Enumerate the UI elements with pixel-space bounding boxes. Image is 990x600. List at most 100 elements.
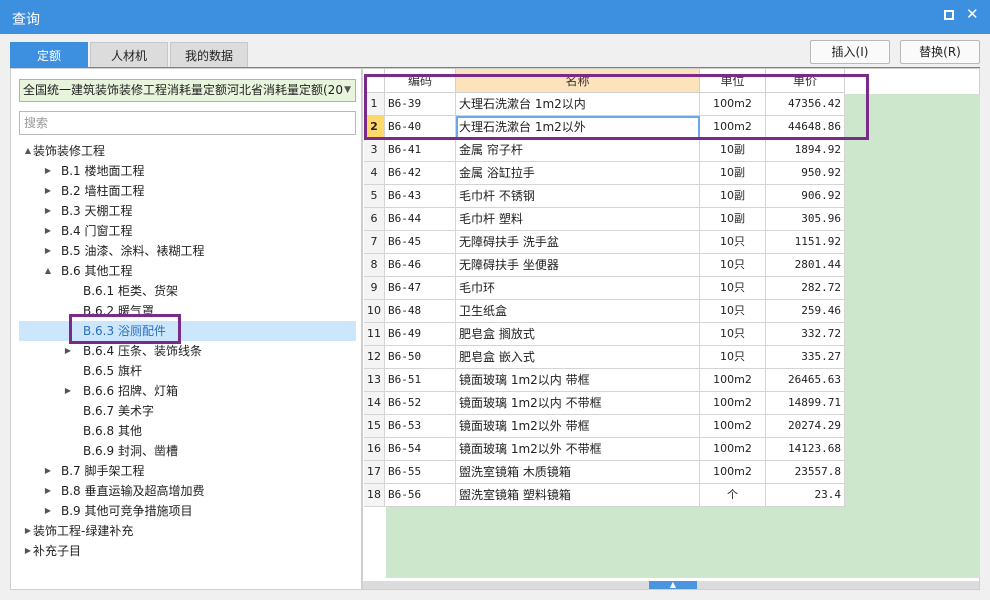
row-number[interactable]: 12 — [364, 346, 385, 369]
price-cell[interactable]: 305.96 — [766, 208, 845, 231]
unit-cell[interactable]: 10只 — [700, 254, 766, 277]
tab-labor-material[interactable]: 人材机 — [90, 42, 168, 68]
price-cell[interactable]: 20274.29 — [766, 415, 845, 438]
code-cell[interactable]: B6-49 — [385, 323, 456, 346]
tree-toggle-icon[interactable]: ▶ — [43, 461, 53, 481]
unit-cell[interactable]: 10副 — [700, 139, 766, 162]
insert-button[interactable]: 插入(I) — [810, 40, 890, 64]
price-cell[interactable]: 335.27 — [766, 346, 845, 369]
name-cell[interactable]: 镜面玻璃 1m2以外 不带框 — [456, 438, 700, 461]
tree-toggle-icon[interactable]: ▲ — [43, 261, 53, 281]
unit-cell[interactable]: 10只 — [700, 346, 766, 369]
tree-node-b1[interactable]: ▶ B.1 楼地面工程 — [19, 161, 356, 181]
replace-button[interactable]: 替换(R) — [900, 40, 980, 64]
row-number[interactable]: 9 — [364, 277, 385, 300]
tree-node-b6-2[interactable]: B.6.2 暖气罩 — [19, 301, 356, 321]
row-number[interactable]: 10 — [364, 300, 385, 323]
price-cell[interactable]: 14123.68 — [766, 438, 845, 461]
chevron-down-icon[interactable]: ▼ — [344, 80, 351, 101]
price-cell[interactable]: 26465.63 — [766, 369, 845, 392]
tree-node-green-building[interactable]: ▶ 装饰工程-绿建补充 — [19, 521, 356, 541]
code-cell[interactable]: B6-40 — [385, 116, 456, 139]
tree-node-b6-6[interactable]: ▶ B.6.6 招牌、灯箱 — [19, 381, 356, 401]
unit-cell[interactable]: 10只 — [700, 300, 766, 323]
code-cell[interactable]: B6-39 — [385, 93, 456, 116]
price-cell[interactable]: 282.72 — [766, 277, 845, 300]
horizontal-scrollbar[interactable]: ▲ — [363, 581, 979, 589]
tree-toggle-icon[interactable]: ▶ — [43, 501, 53, 521]
tree-node-b5[interactable]: ▶ B.5 油漆、涂料、裱糊工程 — [19, 241, 356, 261]
code-cell[interactable]: B6-43 — [385, 185, 456, 208]
name-cell[interactable]: 金属 帘子杆 — [456, 139, 700, 162]
tree-node-b6-4[interactable]: ▶ B.6.4 压条、装饰线条 — [19, 341, 356, 361]
unit-cell[interactable]: 100m2 — [700, 93, 766, 116]
close-icon[interactable]: ✕ — [966, 7, 979, 22]
row-number[interactable]: 8 — [364, 254, 385, 277]
name-cell[interactable]: 盥洗室镜箱 木质镜箱 — [456, 461, 700, 484]
row-number[interactable]: 4 — [364, 162, 385, 185]
row-number[interactable]: 17 — [364, 461, 385, 484]
price-cell[interactable]: 259.46 — [766, 300, 845, 323]
name-cell[interactable]: 金属 浴缸拉手 — [456, 162, 700, 185]
name-cell[interactable]: 毛巾环 — [456, 277, 700, 300]
unit-cell[interactable]: 100m2 — [700, 116, 766, 139]
unit-cell[interactable]: 100m2 — [700, 415, 766, 438]
tree-node-b9[interactable]: ▶ B.9 其他可竞争措施项目 — [19, 501, 356, 521]
name-cell[interactable]: 大理石洗漱台 1m2以外 — [456, 116, 700, 139]
tree-toggle-icon[interactable]: ▶ — [43, 241, 53, 261]
code-cell[interactable]: B6-44 — [385, 208, 456, 231]
tree-node-b4[interactable]: ▶ B.4 门窗工程 — [19, 221, 356, 241]
code-cell[interactable]: B6-50 — [385, 346, 456, 369]
code-cell[interactable]: B6-45 — [385, 231, 456, 254]
column-header-unit[interactable]: 单位 — [700, 69, 766, 93]
price-cell[interactable]: 950.92 — [766, 162, 845, 185]
tree-toggle-icon[interactable]: ▶ — [43, 181, 53, 201]
unit-cell[interactable]: 10副 — [700, 208, 766, 231]
tree-node-b2[interactable]: ▶ B.2 墙柱面工程 — [19, 181, 356, 201]
tree-node-b6-1[interactable]: B.6.1 柜类、货架 — [19, 281, 356, 301]
row-number[interactable]: 15 — [364, 415, 385, 438]
price-cell[interactable]: 14899.71 — [766, 392, 845, 415]
name-cell[interactable]: 卫生纸盒 — [456, 300, 700, 323]
tree-toggle-icon[interactable]: ▶ — [43, 221, 53, 241]
unit-cell[interactable]: 100m2 — [700, 392, 766, 415]
name-cell[interactable]: 毛巾杆 不锈钢 — [456, 185, 700, 208]
tree-toggle-icon[interactable]: ▲ — [23, 141, 33, 161]
price-cell[interactable]: 23557.8 — [766, 461, 845, 484]
tree-node-b6-5[interactable]: B.6.5 旗杆 — [19, 361, 356, 381]
unit-cell[interactable]: 100m2 — [700, 461, 766, 484]
tree-node-b6-3[interactable]: B.6.3 浴厕配件 — [19, 321, 356, 341]
row-number[interactable]: 6 — [364, 208, 385, 231]
tree-node-b6-9[interactable]: B.6.9 封洞、凿槽 — [19, 441, 356, 461]
tab-my-data[interactable]: 我的数据 — [170, 42, 248, 68]
column-header-price[interactable]: 单价 — [766, 69, 845, 93]
unit-cell[interactable]: 10副 — [700, 185, 766, 208]
code-cell[interactable]: B6-41 — [385, 139, 456, 162]
code-cell[interactable]: B6-46 — [385, 254, 456, 277]
tree-toggle-icon[interactable]: ▶ — [23, 521, 33, 541]
code-cell[interactable]: B6-48 — [385, 300, 456, 323]
tab-quota[interactable]: 定额 — [10, 42, 88, 68]
quota-book-select[interactable]: 全国统一建筑装饰装修工程消耗量定额河北省消耗量定额(20 ▼ — [19, 79, 356, 102]
tree-node-b7[interactable]: ▶ B.7 脚手架工程 — [19, 461, 356, 481]
unit-cell[interactable]: 10副 — [700, 162, 766, 185]
unit-cell[interactable]: 10只 — [700, 277, 766, 300]
maximize-icon[interactable] — [944, 10, 954, 20]
price-cell[interactable]: 1894.92 — [766, 139, 845, 162]
unit-cell[interactable]: 10只 — [700, 323, 766, 346]
tree-node-decoration-root[interactable]: ▲ 装饰装修工程 — [19, 141, 356, 161]
tree-toggle-icon[interactable]: ▶ — [43, 161, 53, 181]
price-cell[interactable]: 44648.86 — [766, 116, 845, 139]
code-cell[interactable]: B6-51 — [385, 369, 456, 392]
row-number[interactable]: 5 — [364, 185, 385, 208]
unit-cell[interactable]: 100m2 — [700, 369, 766, 392]
name-cell[interactable]: 毛巾杆 塑料 — [456, 208, 700, 231]
row-number[interactable]: 14 — [364, 392, 385, 415]
row-number[interactable]: 2 — [364, 116, 385, 139]
price-cell[interactable]: 47356.42 — [766, 93, 845, 116]
unit-cell[interactable]: 100m2 — [700, 438, 766, 461]
tree-toggle-icon[interactable]: ▶ — [43, 201, 53, 221]
tree-toggle-icon[interactable]: ▶ — [63, 341, 73, 361]
name-cell[interactable]: 肥皂盒 搁放式 — [456, 323, 700, 346]
price-cell[interactable]: 2801.44 — [766, 254, 845, 277]
